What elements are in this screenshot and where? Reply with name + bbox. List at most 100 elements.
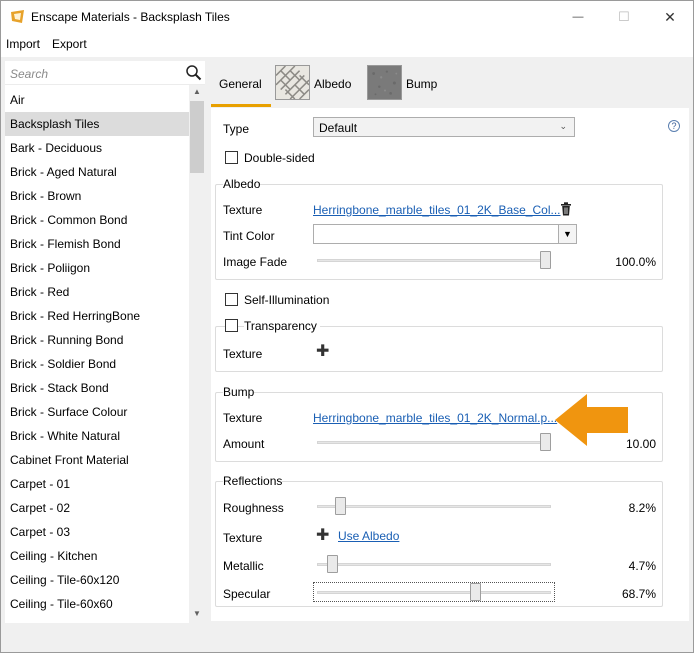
image-fade-value: 100.0% [615, 255, 656, 269]
tab-albedo[interactable]: Albedo [275, 63, 365, 105]
material-list-item[interactable]: Brick - Brown [5, 184, 189, 208]
metallic-slider-thumb[interactable] [327, 555, 339, 573]
tab-bump-label: Bump [406, 77, 438, 91]
pointer-arrow-icon [555, 394, 628, 446]
search-box[interactable]: Search [5, 61, 205, 85]
material-list-item[interactable]: Carpet - 02 [5, 496, 189, 520]
material-list-item[interactable]: Carpet - 01 [5, 472, 189, 496]
material-list-item[interactable]: Brick - Running Bond [5, 328, 189, 352]
menu-export[interactable]: Export [52, 37, 87, 51]
bump-group-title: Bump [223, 385, 255, 399]
reflections-texture-label: Texture [223, 531, 263, 545]
material-list-item[interactable]: Ceiling - Tile-60x60 [5, 592, 189, 616]
tab-general[interactable]: General [211, 63, 271, 107]
roughness-value: 8.2% [628, 501, 656, 515]
material-list-item[interactable]: Bark - Deciduous [5, 136, 189, 160]
tab-general-label: General [219, 77, 262, 91]
tint-color-picker[interactable]: ▼ [313, 224, 577, 244]
active-tab-indicator [211, 104, 271, 107]
type-dropdown-value: Default [319, 121, 358, 135]
roughness-label: Roughness [223, 501, 284, 515]
bump-texture-link[interactable]: Herringbone_marble_tiles_01_2K_Normal.p.… [313, 411, 557, 425]
chevron-down-icon: ⌄ [559, 121, 567, 131]
use-albedo-link[interactable]: Use Albedo [338, 529, 399, 543]
app-window: Enscape Materials - Backsplash Tiles — ☐… [0, 0, 694, 653]
bump-texture-label: Texture [223, 411, 263, 425]
type-label: Type [223, 122, 250, 136]
material-list-item[interactable]: Brick - Red [5, 280, 189, 304]
close-button[interactable]: ✕ [647, 1, 693, 33]
tint-color-dropdown-button[interactable]: ▼ [558, 225, 576, 243]
material-list-item[interactable]: Brick - Aged Natural [5, 160, 189, 184]
roughness-slider-thumb[interactable] [335, 497, 347, 515]
specular-label: Specular [223, 587, 271, 601]
specular-slider-thumb[interactable] [470, 583, 482, 601]
title-bar: Enscape Materials - Backsplash Tiles — ☐… [1, 1, 693, 33]
bump-amount-slider[interactable] [317, 441, 551, 444]
material-list-item[interactable]: Brick - Poliigon [5, 256, 189, 280]
metallic-value: 4.7% [628, 559, 656, 573]
enscape-logo-icon [11, 10, 24, 23]
help-icon[interactable]: ? [668, 120, 680, 132]
material-list-item[interactable]: Brick - Soldier Bond [5, 352, 189, 376]
menu-import[interactable]: Import [6, 37, 40, 51]
material-list-item[interactable]: Brick - Red HerringBone [5, 304, 189, 328]
material-list-item[interactable]: Backsplash Tiles [5, 112, 189, 136]
tint-color-label: Tint Color [223, 229, 275, 243]
double-sided-label: Double-sided [244, 151, 315, 165]
material-list-item[interactable]: Brick - Flemish Bond [5, 232, 189, 256]
material-list-item[interactable]: Brick - Stack Bond [5, 376, 189, 400]
albedo-texture-label: Texture [223, 203, 263, 217]
image-fade-slider-thumb[interactable] [540, 251, 551, 269]
bump-amount-label: Amount [223, 437, 265, 451]
albedo-thumbnail-icon [275, 65, 310, 100]
double-sided-checkbox[interactable] [225, 151, 238, 164]
list-scrollbar[interactable]: ▲ ▼ [189, 85, 205, 623]
reflections-group-title: Reflections [223, 474, 283, 488]
type-dropdown[interactable]: Default ⌄ [313, 117, 575, 137]
material-list: Air Backsplash Tiles Bark - Deciduous Brick… [5, 88, 189, 616]
tab-albedo-label: Albedo [314, 77, 352, 91]
add-texture-icon[interactable]: ✚ [316, 344, 329, 360]
material-list-item[interactable]: Ceiling - Tile-60x120 [5, 568, 189, 592]
self-illumination-label: Self-Illumination [244, 293, 330, 307]
roughness-slider[interactable] [317, 505, 551, 508]
material-list-item[interactable]: Brick - Common Bond [5, 208, 189, 232]
minimize-icon: — [572, 11, 584, 23]
scroll-down-icon[interactable]: ▼ [193, 609, 201, 618]
scroll-up-icon[interactable]: ▲ [193, 87, 201, 96]
material-list-item[interactable]: Carpet - 03 [5, 520, 189, 544]
search-input[interactable]: Search [10, 67, 48, 81]
general-tab-panel: Type Default ⌄ ? Double-sided Albedo Tex… [211, 108, 689, 621]
trash-icon[interactable] [560, 202, 572, 216]
maximize-icon: ☐ [618, 9, 630, 24]
tab-bump[interactable]: Bump [367, 63, 447, 105]
metallic-label: Metallic [223, 559, 264, 573]
material-list-item[interactable]: Air [5, 88, 189, 112]
metallic-slider[interactable] [317, 563, 551, 566]
material-list-item[interactable]: Brick - Surface Colour [5, 400, 189, 424]
image-fade-slider[interactable] [317, 259, 551, 262]
bump-thumbnail-icon [367, 65, 402, 100]
search-icon[interactable] [185, 64, 202, 81]
material-list-item[interactable]: Brick - White Natural [5, 424, 189, 448]
material-list-panel: Search Air Backsplash Tiles Bark - Deciduo… [5, 61, 205, 623]
transparency-texture-label: Texture [223, 347, 263, 361]
albedo-texture-link[interactable]: Herringbone_marble_tiles_01_2K_Base_Col.… [313, 203, 561, 217]
material-list-item[interactable]: Cabinet Front Material [5, 448, 189, 472]
scrollbar-thumb[interactable] [190, 101, 204, 173]
bump-amount-slider-thumb[interactable] [540, 433, 551, 451]
specular-slider[interactable] [317, 591, 551, 594]
minimize-button[interactable]: — [555, 1, 601, 33]
image-fade-label: Image Fade [223, 255, 288, 269]
add-reflection-texture-icon[interactable]: ✚ [316, 528, 329, 544]
maximize-button[interactable]: ☐ [601, 1, 647, 33]
dropdown-arrow-icon: ▼ [563, 229, 572, 239]
specular-value: 68.7% [621, 587, 656, 601]
material-list-item[interactable]: Ceiling - Kitchen [5, 544, 189, 568]
window-title: Enscape Materials - Backsplash Tiles [31, 10, 230, 24]
close-icon: ✕ [664, 8, 676, 25]
albedo-group-title: Albedo [223, 177, 261, 191]
self-illumination-checkbox[interactable] [225, 293, 238, 306]
transparency-checkbox[interactable] [225, 319, 238, 332]
